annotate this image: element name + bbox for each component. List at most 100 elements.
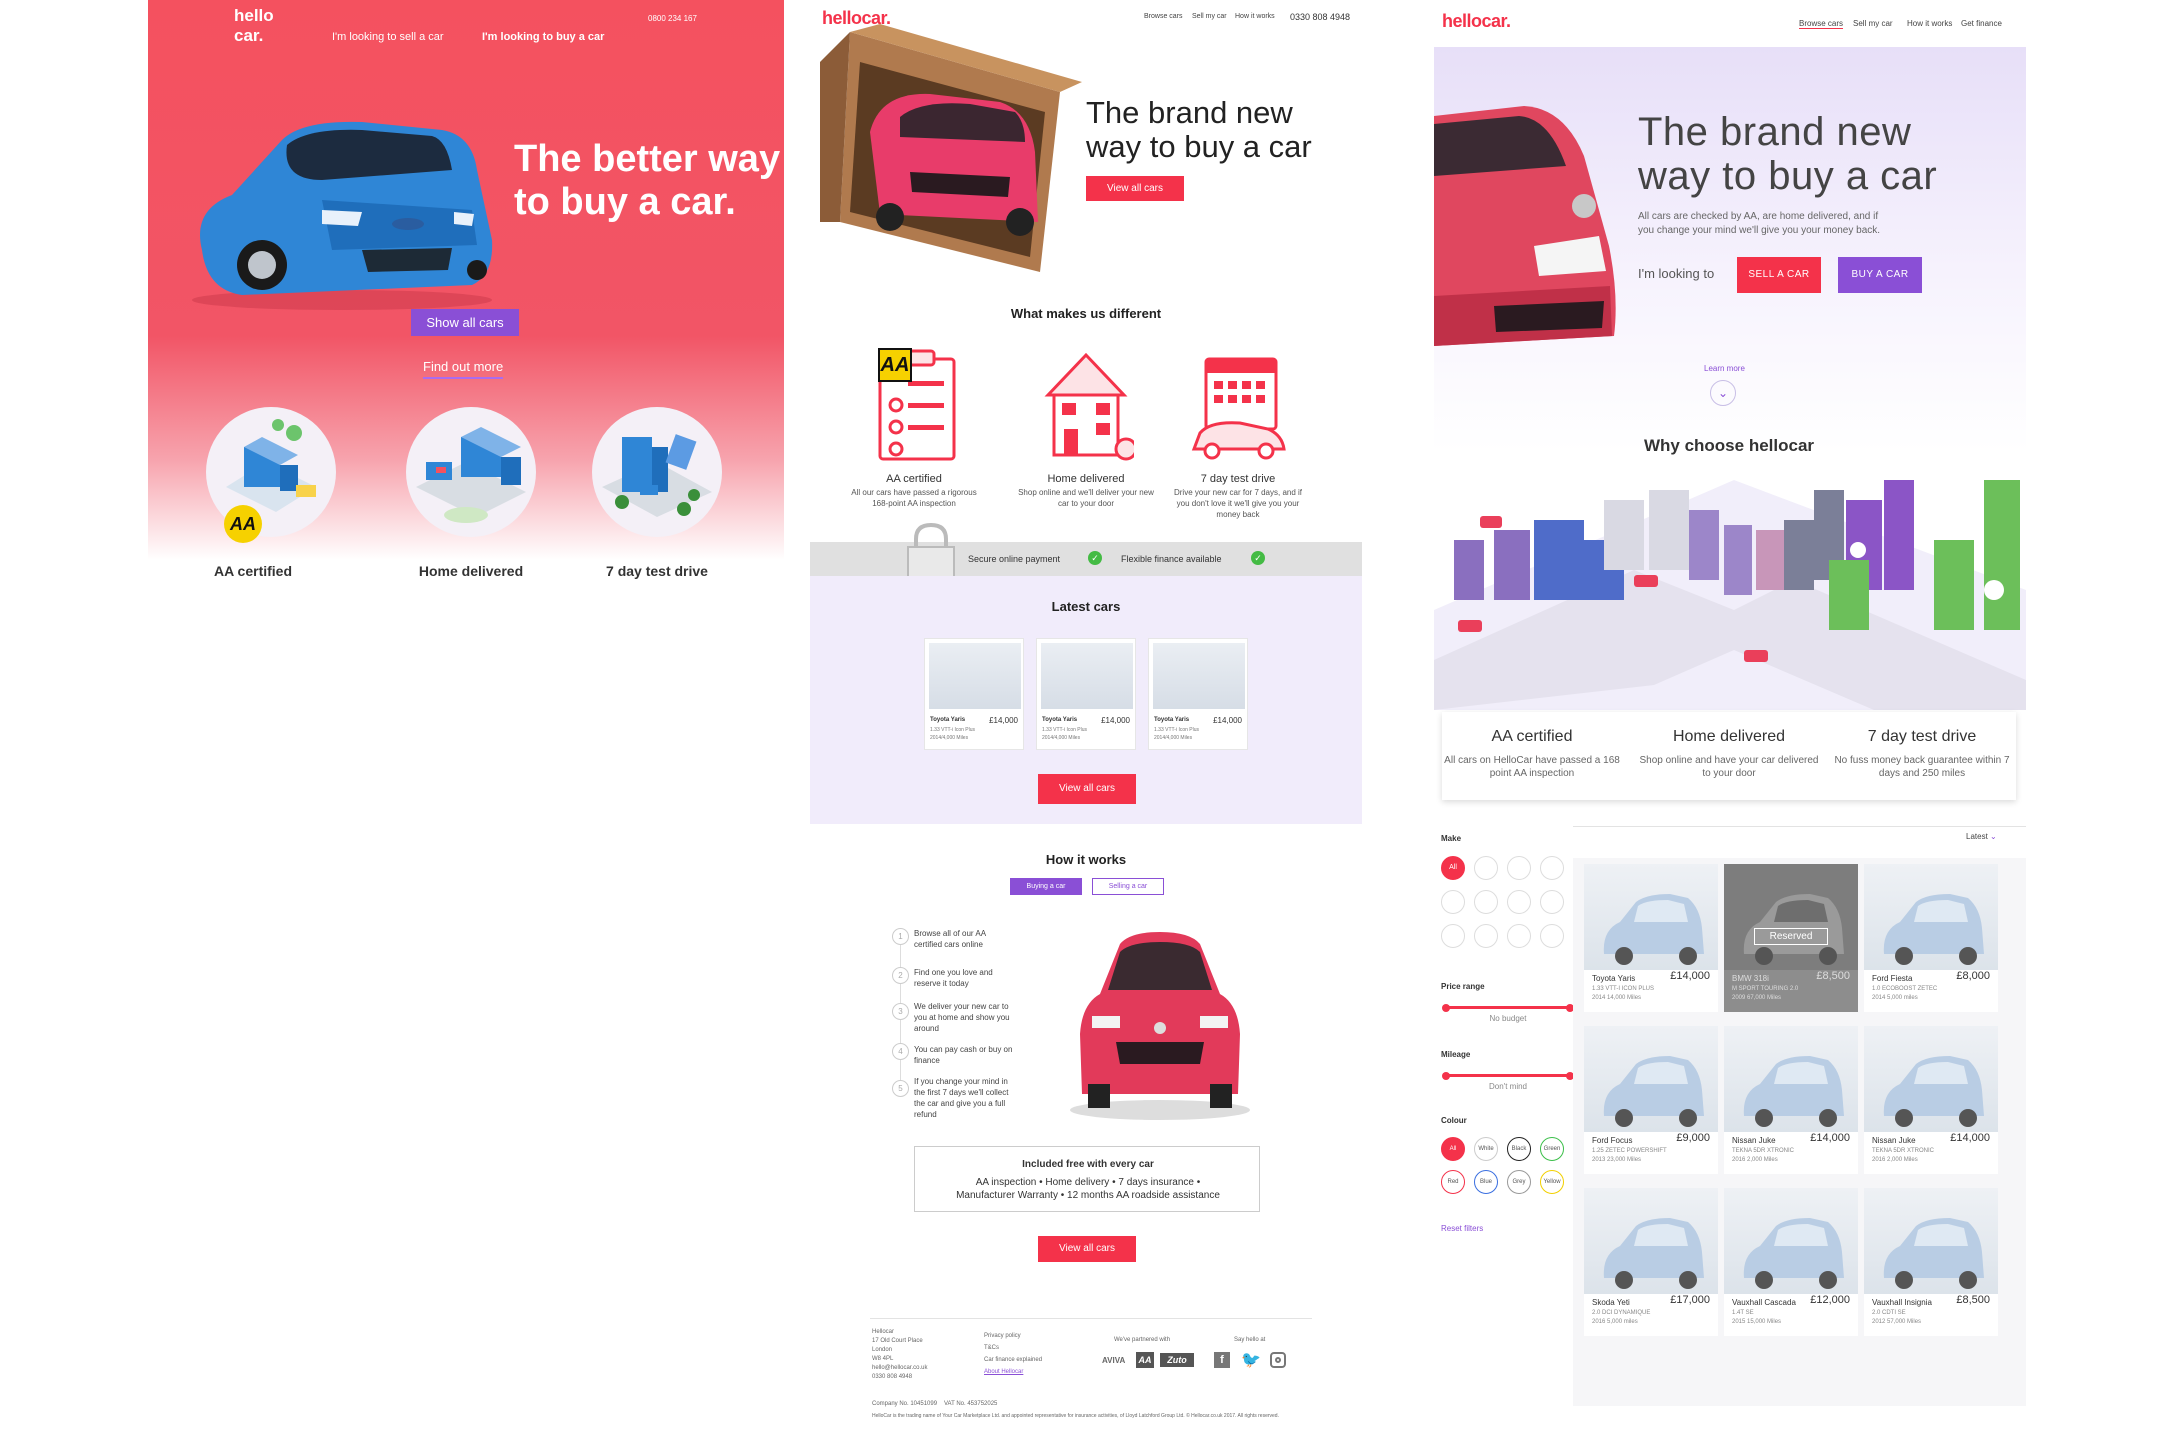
car-details: M SPORT TOURING 2.0 2009 67,000 Miles [1732, 986, 1799, 1001]
padlock-icon [907, 523, 955, 582]
make-filter-logo[interactable] [1540, 924, 1564, 948]
slider-handle[interactable] [1442, 1004, 1450, 1012]
colour-swatch-green[interactable]: Green [1540, 1137, 1564, 1161]
car-card[interactable]: Vauxhall Cascada £12,000 1.4T SE 2015 15,00… [1724, 1188, 1858, 1336]
make-filter-label: Make [1441, 834, 1462, 843]
colour-swatch-black[interactable]: Black [1507, 1137, 1531, 1161]
find-out-more-link[interactable]: Find out more [423, 359, 504, 379]
nav-sell-my-car[interactable]: Sell my car [1853, 19, 1893, 28]
slider-handle[interactable] [1442, 1072, 1450, 1080]
chevron-down-icon[interactable]: ⌄ [1710, 380, 1736, 406]
instagram-icon[interactable] [1270, 1352, 1286, 1368]
tab-selling[interactable]: Selling a car [1092, 878, 1164, 895]
feature-sub-aa: All cars on HelloCar have passed a 168 p… [1444, 755, 1620, 779]
step-number: 4 [892, 1043, 909, 1060]
make-filter-logo[interactable] [1507, 890, 1531, 914]
reset-filters-link[interactable]: Reset filters [1441, 1224, 1483, 1233]
facebook-icon[interactable]: f [1214, 1352, 1230, 1368]
make-filter-logo[interactable] [1441, 924, 1465, 948]
make-filter-logo[interactable] [1507, 924, 1531, 948]
colour-swatch-red[interactable]: Red [1441, 1170, 1465, 1194]
car-card[interactable]: Ford Fiesta £8,000 1.0 ECOBOOST ZETEC 2014 … [1864, 864, 1998, 1012]
twitter-icon[interactable]: 🐦 [1241, 1350, 1261, 1370]
make-filter-logo[interactable] [1474, 890, 1498, 914]
step-text: Browse all of our AA certified cars onli… [914, 929, 986, 949]
hero-title: The brand new way to buy a car [1638, 110, 1938, 198]
panel-hellocar-v1: hello car. 0800 234 167 I'm looking to s… [148, 0, 784, 600]
car-price: £17,000 [1670, 1294, 1710, 1306]
car-details: 1.4T SE 2015 15,000 Miles [1732, 1310, 1782, 1325]
sort-dropdown[interactable]: Latest ⌄ [1966, 832, 1997, 841]
colour-swatch-blue[interactable]: Blue [1474, 1170, 1498, 1194]
car-card[interactable]: Toyota Yaris £14,000 1.33 VTT-i Icon Plus 2… [924, 638, 1024, 750]
aa-logo: AA [1136, 1352, 1154, 1368]
mileage-slider[interactable] [1446, 1074, 1570, 1077]
car-card[interactable]: Reserved BMW 318i £8,500 M SPORT TOURING 2.… [1724, 864, 1858, 1012]
view-all-cars-button[interactable]: View all cars [1038, 1236, 1136, 1262]
vat-number: VAT No. 453752025 [944, 1401, 998, 1407]
different-heading: What makes us different [1010, 306, 1162, 321]
footer-link-tcs[interactable]: T&Cs [984, 1342, 1042, 1354]
make-filter-logo[interactable] [1474, 924, 1498, 948]
car-card[interactable]: Toyota Yaris £14,000 1.33 VTT-I ICON PLUS 2… [1584, 864, 1718, 1012]
city-illustration [1434, 480, 2026, 710]
learn-more-link[interactable]: Learn more [1704, 364, 1745, 373]
car-card[interactable]: Ford Focus £9,000 1.25 ZETEC POWERSHIFT 201… [1584, 1026, 1718, 1174]
step-number: 2 [892, 967, 909, 984]
nav-how-it-works[interactable]: How it works [1235, 13, 1275, 20]
logo[interactable]: hello car. [234, 6, 292, 45]
nav-how-it-works[interactable]: How it works [1907, 19, 1952, 28]
make-filter-logo[interactable] [1540, 856, 1564, 880]
filter-divider [1573, 826, 2026, 827]
step-text: You can pay cash or buy on finance [914, 1045, 1013, 1065]
step-number: 3 [892, 1003, 909, 1020]
view-all-cars-button[interactable]: View all cars [1038, 774, 1136, 804]
car-card[interactable]: Vauxhall Insignia £8,500 2.0 CDTI SE 2012 5… [1864, 1188, 1998, 1336]
make-filter-logo[interactable] [1507, 856, 1531, 880]
make-filter-logo[interactable] [1540, 890, 1564, 914]
car-name: Toyota Yaris [1592, 974, 1636, 983]
step-text: We deliver your new car to you at home a… [914, 1002, 1010, 1033]
make-filter-logo[interactable] [1474, 856, 1498, 880]
nav-buy-car[interactable]: I'm looking to buy a car [482, 31, 604, 43]
footer-link-about[interactable]: About Hellocar [984, 1366, 1042, 1378]
step-text: If you change your mind in the first 7 d… [914, 1077, 1009, 1119]
feature-title-test-drive: 7 day test drive [1867, 728, 1977, 745]
calendar-car-icon [1191, 357, 1286, 460]
view-all-cars-button[interactable]: View all cars [1086, 176, 1184, 201]
red-car-image [1434, 106, 1616, 346]
colour-swatch-white[interactable]: White [1474, 1137, 1498, 1161]
car-card[interactable]: Nissan Juke £14,000 TEKNA 5DR XTRONIC 2016 … [1724, 1026, 1858, 1174]
car-price: £8,000 [1956, 970, 1990, 982]
car-name: Nissan Juke [1732, 1136, 1776, 1145]
price-range-slider[interactable] [1446, 1006, 1570, 1009]
logo[interactable]: hellocar. [1442, 11, 1511, 32]
sell-a-car-button[interactable]: SELL A CAR [1737, 257, 1821, 293]
footer-link-finance[interactable]: Car finance explained [984, 1354, 1042, 1366]
footer-link-privacy[interactable]: Privacy policy [984, 1330, 1042, 1342]
hero-title: The brand new way to buy a car [1086, 95, 1312, 164]
feature-title-aa: AA certified [1491, 728, 1573, 745]
car-name: Skoda Yeti [1592, 1298, 1630, 1307]
price-range-label: Price range [1441, 982, 1485, 991]
make-filter-all[interactable]: All [1441, 856, 1465, 880]
car-card[interactable]: Skoda Yeti £17,000 2.0 DCI DYNAMIQUE 2016 5… [1584, 1188, 1718, 1336]
car-card[interactable]: Nissan Juke £14,000 TEKNA 5DR XTRONIC 2016 … [1864, 1026, 1998, 1174]
car-card[interactable]: Toyota Yaris £14,000 1.33 VTT-i Icon Plus 2… [1036, 638, 1136, 750]
colour-swatch-all[interactable]: All [1441, 1137, 1465, 1161]
tab-buying[interactable]: Buying a car [1010, 878, 1082, 895]
nav-get-finance[interactable]: Get finance [1961, 19, 2002, 28]
make-filter-logo[interactable] [1441, 890, 1465, 914]
nav-sell-car[interactable]: I'm looking to sell a car [332, 31, 444, 43]
colour-swatch-yellow[interactable]: Yellow [1540, 1170, 1564, 1194]
nav-sell-my-car[interactable]: Sell my car [1192, 13, 1227, 20]
partnered-label: We've partnered with [1114, 1337, 1171, 1343]
nav-browse-cars[interactable]: Browse cars [1144, 13, 1183, 20]
car-card[interactable]: Toyota Yaris £14,000 1.33 VTT-i Icon Plus 2… [1148, 638, 1248, 750]
legal-text: HelloCar is the trading name of Your Car… [872, 1413, 1279, 1419]
home-delivered-illustration [406, 407, 536, 537]
show-all-cars-button[interactable]: Show all cars [411, 309, 519, 336]
nav-browse-cars[interactable]: Browse cars [1799, 19, 1844, 29]
buy-a-car-button[interactable]: BUY A CAR [1838, 257, 1922, 293]
colour-swatch-grey[interactable]: Grey [1507, 1170, 1531, 1194]
